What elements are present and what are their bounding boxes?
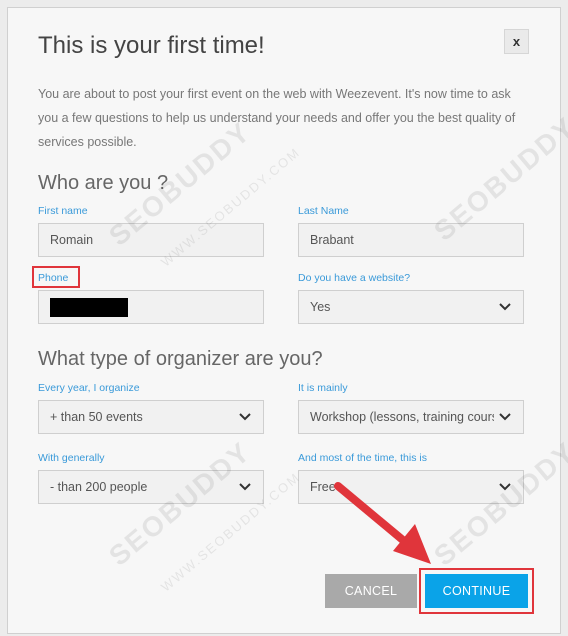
first-name-label: First name <box>38 205 88 217</box>
it-is-mainly-label: It is mainly <box>298 382 348 394</box>
chevron-down-icon <box>238 410 252 424</box>
with-generally-select[interactable]: - than 200 people <box>38 470 264 504</box>
most-of-time-label: And most of the time, this is <box>298 452 427 464</box>
it-is-mainly-select[interactable]: Workshop (lessons, training cours <box>298 400 524 434</box>
modal-title: This is your first time! <box>38 32 265 59</box>
first-name-value: Romain <box>50 233 94 247</box>
most-of-time-select-value: Free <box>310 480 336 494</box>
cancel-button[interactable]: CANCEL <box>325 574 417 608</box>
with-generally-select-value: - than 200 people <box>50 480 148 494</box>
with-generally-label: With generally <box>38 452 105 464</box>
redacted-phone-value <box>50 297 128 317</box>
most-of-time-select[interactable]: Free <box>298 470 524 504</box>
website-label: Do you have a website? <box>298 272 411 284</box>
it-is-mainly-select-value: Workshop (lessons, training cours <box>310 410 494 424</box>
last-name-input[interactable]: Brabant <box>298 223 524 257</box>
watermark-brand: SEOBUDDY <box>428 436 568 573</box>
chevron-down-icon <box>498 410 512 424</box>
first-time-modal: This is your first time! x You are about… <box>7 7 568 634</box>
organizer-section-title: What type of organizer are you? <box>38 348 323 370</box>
website-select[interactable]: Yes <box>298 290 524 324</box>
chevron-down-icon <box>238 480 252 494</box>
intro-text: You are about to post your first event o… <box>38 87 516 149</box>
last-name-label: Last Name <box>298 205 349 217</box>
close-icon: x <box>512 34 521 49</box>
every-year-select-value: + than 50 events <box>50 410 143 424</box>
who-section-title: Who are you ? <box>38 172 169 194</box>
first-name-input[interactable]: Romain <box>38 223 264 257</box>
last-name-value: Brabant <box>310 233 354 247</box>
every-year-select[interactable]: + than 50 events <box>38 400 264 434</box>
continue-button[interactable]: CONTINUE <box>425 574 528 608</box>
watermark-brand: SEOBUDDY <box>103 436 257 573</box>
chevron-down-icon <box>498 300 512 314</box>
every-year-label: Every year, I organize <box>38 382 140 394</box>
chevron-down-icon <box>498 480 512 494</box>
phone-input[interactable] <box>38 290 264 324</box>
phone-label: Phone <box>38 272 69 284</box>
close-button[interactable]: x <box>504 29 529 54</box>
website-select-value: Yes <box>310 300 331 314</box>
